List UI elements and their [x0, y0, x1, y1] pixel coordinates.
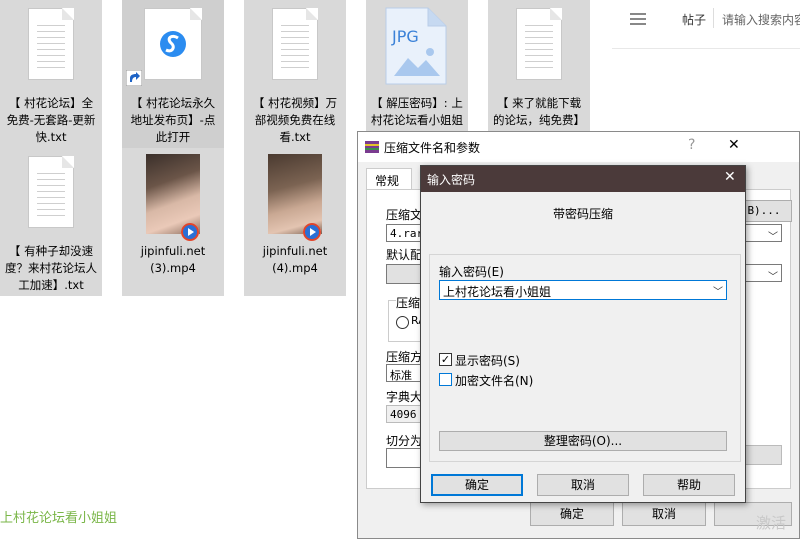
organize-passwords-button[interactable]: 整理密码(O)... — [439, 431, 727, 451]
show-password-checkbox[interactable]: ✓ — [439, 353, 452, 366]
list-menu-icon[interactable] — [630, 10, 646, 28]
text-file-icon — [28, 8, 74, 80]
file-tile-4[interactable]: JPG 【 解压密码】: 上村花论坛看小姐姐 — [366, 0, 468, 148]
label-dictionary: 字典大 — [386, 390, 423, 404]
file-tile-1[interactable]: 【 村花论坛】全免费-无套路-更新快.txt — [0, 0, 102, 148]
text-file-icon — [516, 8, 562, 80]
cancel-button[interactable]: 取消 — [622, 502, 706, 526]
winrar-icon — [365, 141, 379, 153]
tab-general[interactable]: 常规 — [366, 168, 412, 190]
radio-rar[interactable] — [396, 316, 409, 329]
file-tile-3[interactable]: 【 村花视频】万部视频免费在线看.txt — [244, 0, 346, 148]
file-label: jipinfuli.net (4).mp4 — [262, 244, 328, 275]
file-label: 【 有种子却没速度？来村花论坛人工加速】.txt — [5, 244, 97, 292]
chevron-down-icon: ﹀ — [768, 272, 778, 283]
help-icon[interactable]: ? — [688, 137, 695, 153]
file-tile-7[interactable]: jipinfuli.net (3).mp4 — [122, 148, 224, 296]
label-method: 压缩方 — [386, 350, 423, 364]
video-player-icon — [181, 223, 199, 241]
chevron-down-icon[interactable]: ﹀ — [713, 283, 723, 298]
tab-posts[interactable]: 帖子 — [682, 11, 706, 28]
window-title: 压缩文件名和参数 — [384, 141, 481, 155]
window-title-bar: 压缩文件名和参数 ? ✕ — [358, 132, 799, 162]
file-tile-6[interactable]: 【 有种子却没速度？来村花论坛人工加速】.txt — [0, 148, 102, 296]
file-tile-8[interactable]: jipinfuli.net (4).mp4 — [244, 148, 346, 296]
file-tile-2[interactable]: 【 村花论坛永久地址发布页】-点此打开 — [122, 0, 224, 148]
dialog-title-bar: 输入密码 ✕ — [421, 166, 745, 192]
password-input[interactable]: 上村花论坛看小姐姐 ﹀ — [439, 280, 727, 300]
jpg-badge: JPG — [391, 27, 419, 46]
text-file-icon — [28, 156, 74, 228]
file-label: 【 村花论坛永久地址发布页】-点此打开 — [130, 96, 216, 144]
encrypt-names-checkbox[interactable] — [439, 373, 452, 386]
show-password-label: 显示密码(S) — [455, 354, 520, 368]
shortcut-arrow-icon — [126, 70, 142, 86]
activation-watermark: 激活 — [756, 514, 787, 532]
help-button[interactable]: 帮助 — [643, 474, 735, 496]
overlay-text: 上村花论坛看小姐姐 — [0, 511, 118, 526]
file-label: 【 解压密码】: 上村花论坛看小姐姐 — [371, 96, 463, 127]
text-file-icon — [272, 8, 318, 80]
file-label: 【 村花论坛】全免费-无套路-更新快.txt — [6, 96, 96, 144]
file-label: 【 村花视频】万部视频免费在线看.txt — [252, 96, 338, 144]
dialog-heading: 带密码压缩 — [552, 207, 613, 221]
close-icon[interactable]: ✕ — [724, 169, 736, 185]
search-input[interactable]: 请输入搜索内容 — [722, 11, 800, 28]
label-default-profile: 默认配 — [386, 248, 423, 262]
file-label: jipinfuli.net (3).mp4 — [140, 244, 206, 275]
video-player-icon — [303, 223, 321, 241]
password-value: 上村花论坛看小姐姐 — [443, 285, 552, 299]
search-bar: 帖子 请输入搜索内容 — [612, 0, 800, 49]
label-compression: 压缩 — [396, 294, 421, 311]
ok-button[interactable]: 确定 — [431, 474, 523, 496]
dialog-title: 输入密码 — [427, 173, 476, 187]
ok-button[interactable]: 确定 — [530, 502, 614, 526]
file-tile-5[interactable]: 【 来了就能下载的论坛，纯免费】 — [488, 0, 590, 148]
password-dialog: 输入密码 ✕ 带密码压缩 输入密码(E) 上村花论坛看小姐姐 ﹀ ✓ 显示密码(… — [420, 165, 746, 503]
label-archive-name: 压缩文 — [386, 208, 423, 222]
cancel-button[interactable]: 取消 — [537, 474, 629, 496]
file-label: 【 来了就能下载的论坛，纯免费】 — [493, 96, 585, 127]
jpg-file-icon: JPG — [385, 7, 447, 85]
close-icon[interactable]: ✕ — [728, 137, 740, 153]
password-label: 输入密码(E) — [439, 265, 504, 279]
label-split: 切分为 — [386, 434, 423, 448]
chevron-down-icon: ﹀ — [768, 232, 778, 243]
shortcut-file-icon — [144, 8, 202, 80]
encrypt-names-label: 加密文件名(N) — [455, 374, 534, 388]
browser-logo-icon — [160, 31, 186, 57]
